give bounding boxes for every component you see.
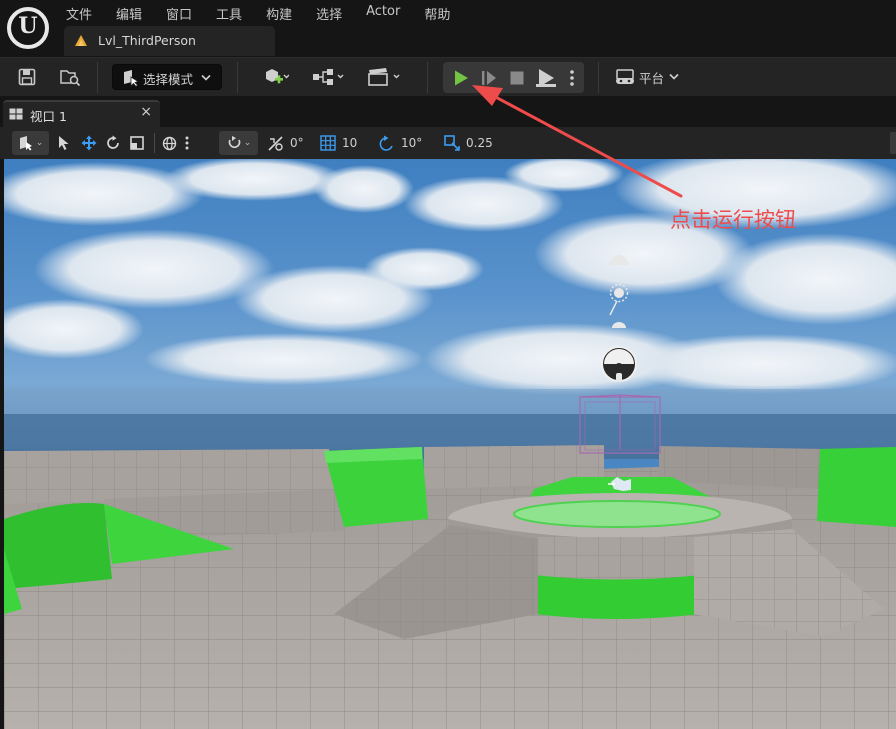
chevron-down-icon: ⌄ <box>243 138 252 148</box>
surface-snap-icon <box>228 136 241 148</box>
close-icon[interactable]: × <box>140 104 152 120</box>
green-block-left <box>4 503 112 589</box>
menu-item-edit[interactable]: 编辑 <box>104 0 154 24</box>
menu-item-build[interactable]: 构建 <box>254 0 304 24</box>
blueprint-icon <box>313 69 344 85</box>
menu-item-window[interactable]: 窗口 <box>154 0 204 24</box>
angle-snap-icon <box>379 135 393 151</box>
viewport-tab[interactable]: 视口 1 × <box>3 100 160 127</box>
rotate-icon <box>107 135 119 149</box>
translate-tool-button[interactable] <box>81 131 99 155</box>
menu-item-help[interactable]: 帮助 <box>412 0 462 24</box>
chevron-down-icon <box>201 74 211 81</box>
play-icon <box>455 70 468 86</box>
exponential-fog-icon <box>601 346 637 382</box>
selection-mode-label: 选择模式 <box>143 72 194 87</box>
toolbar-separator <box>97 62 98 93</box>
save-button[interactable] <box>14 64 40 90</box>
add-actor-icon <box>266 69 289 84</box>
viewport-options-icon <box>19 136 32 151</box>
scale-tool-button[interactable] <box>129 131 147 155</box>
chevron-down-icon: ⌄ <box>35 138 44 148</box>
main-toolbar: 选择模式 平台 <box>0 57 896 96</box>
advance-frame-icon <box>482 71 496 85</box>
viewport-toolbar: ⌄ ⌄ 0° 10 10° 0.25 <box>0 127 896 159</box>
title-menu-bar: U 文件 编辑 窗口 工具 构建 选择 Actor 帮助 Lvl_ThirdPe… <box>0 0 896 57</box>
scale-snap-icon <box>444 135 460 151</box>
play-button[interactable] <box>447 65 475 91</box>
toolbar-separator <box>427 62 428 93</box>
cinematics-icon <box>368 68 400 86</box>
play-controls <box>443 62 584 93</box>
unreal-logo-letter: U <box>18 13 38 39</box>
grid-snap-value: 10 <box>342 136 358 150</box>
toolbar-separator <box>237 62 238 93</box>
level-viewport[interactable] <box>4 159 896 729</box>
viewport-tab-label: 视口 1 <box>30 109 67 124</box>
selection-mode-icon <box>124 70 139 87</box>
level-tab[interactable]: Lvl_ThirdPerson <box>64 26 275 56</box>
content-browser-icon <box>60 70 81 87</box>
menu-item-select[interactable]: 选择 <box>304 0 354 24</box>
cinematics-button[interactable] <box>366 64 406 90</box>
scale-snap-value: 0.25 <box>466 136 493 150</box>
menu-item-actor[interactable]: Actor <box>354 0 412 24</box>
scale-icon <box>130 136 144 150</box>
viewport-scene <box>4 159 896 729</box>
menu-item-file[interactable]: 文件 <box>54 0 104 24</box>
grid-snap-icon <box>320 135 336 151</box>
quick-add-button[interactable] <box>256 64 296 90</box>
rotation-snap-value: 0° <box>290 136 304 150</box>
save-icon <box>18 68 36 86</box>
rotation-snap-icon <box>268 135 283 151</box>
blueprints-button[interactable] <box>310 64 350 90</box>
stop-icon <box>510 71 524 85</box>
level-icon <box>75 35 87 46</box>
globe-icon <box>162 136 177 150</box>
more-transform-options-button[interactable] <box>185 131 195 155</box>
platforms-label: 平台 <box>638 70 664 86</box>
launch-button[interactable] <box>532 65 560 91</box>
selection-mode-dropdown[interactable]: 选择模式 <box>112 64 222 90</box>
rotate-tool-button[interactable] <box>105 131 123 155</box>
level-tab-label: Lvl_ThirdPerson <box>98 33 196 48</box>
viewport-tab-bar: 视口 1 × <box>0 96 896 127</box>
chevron-down-icon <box>669 73 679 80</box>
rotation-snap-toggle[interactable]: 0° <box>267 131 304 155</box>
viewport-layout-icon <box>9 108 23 120</box>
platforms-dropdown[interactable]: 平台 <box>612 64 682 90</box>
viewport-options-dropdown[interactable]: ⌄ <box>12 131 49 155</box>
angle-snap-value: 10° <box>401 136 423 150</box>
viewport-right-options-button[interactable] <box>890 132 896 154</box>
more-play-options-button[interactable] <box>562 65 582 91</box>
angle-snap-toggle[interactable]: 10° <box>378 131 422 155</box>
surface-snapping-dropdown[interactable]: ⌄ <box>219 131 258 155</box>
toolbar-separator <box>154 133 155 153</box>
advance-frame-button[interactable] <box>476 65 502 91</box>
grid-snap-toggle[interactable]: 10 <box>320 131 357 155</box>
green-ring-lower <box>534 575 700 619</box>
more-options-icon <box>185 136 189 150</box>
unreal-logo[interactable]: U <box>7 7 49 49</box>
annotation-label: 点击运行按钮 <box>670 208 796 232</box>
stop-button[interactable] <box>504 65 530 91</box>
content-browser-button[interactable] <box>56 64 84 90</box>
menu-item-tools[interactable]: 工具 <box>204 0 254 24</box>
move-icon <box>81 135 97 151</box>
main-menu: 文件 编辑 窗口 工具 构建 选择 Actor 帮助 <box>54 0 462 24</box>
scale-snap-toggle[interactable]: 0.25 <box>444 131 493 155</box>
select-tool-button[interactable] <box>58 131 74 155</box>
more-options-icon <box>570 70 574 86</box>
platform-icon <box>615 69 634 84</box>
launch-icon <box>536 69 556 87</box>
toolbar-separator <box>598 62 599 93</box>
coordinate-system-button[interactable] <box>162 131 180 155</box>
green-cylinder-right <box>817 447 896 527</box>
cursor-icon <box>59 136 69 150</box>
